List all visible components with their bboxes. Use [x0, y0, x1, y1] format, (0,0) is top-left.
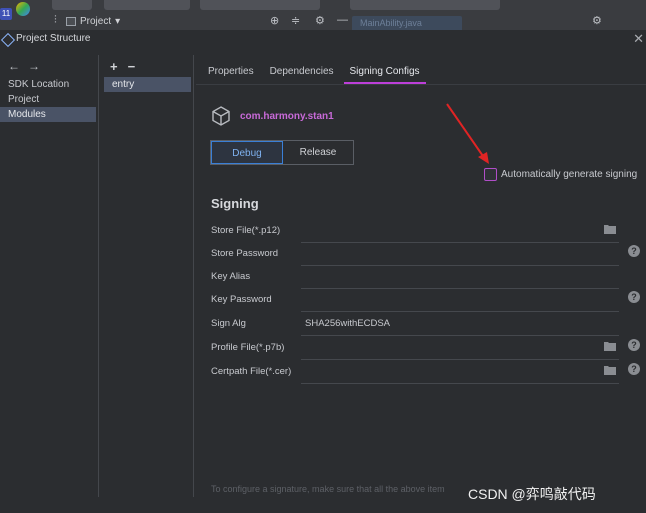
project-view-dropdown[interactable]: Project ▾: [66, 13, 120, 29]
blurred-tab[interactable]: [52, 0, 92, 10]
profile-file-label: Profile File(*.p7b): [211, 342, 285, 353]
ide-toolbar: 11 ⫶ Project ▾ ⊕ ≑ ⚙ — MainAbility.java …: [0, 0, 646, 30]
signing-heading: Signing: [211, 196, 259, 211]
sign-alg-row: Sign Alg SHA256withECDSA: [211, 315, 641, 337]
annotation-arrow: [446, 103, 489, 164]
help-icon[interactable]: ?: [628, 291, 640, 303]
key-alias-underline: [301, 288, 619, 289]
certpath-file-row: Certpath File(*.cer) ?: [211, 363, 641, 385]
tab-properties[interactable]: Properties: [202, 66, 260, 84]
build-type-switch: Debug Release: [210, 140, 354, 165]
module-settings-panel: Properties Dependencies Signing Configs …: [196, 55, 646, 497]
help-icon[interactable]: ?: [628, 339, 640, 351]
settings-icon[interactable]: ⚙: [592, 14, 602, 27]
key-password-label: Key Password: [211, 294, 272, 305]
category-sidebar: ← → SDK Location Project Modules: [0, 55, 99, 497]
auto-sign-checkbox[interactable]: [484, 168, 497, 181]
nav-buttons: ← →: [0, 55, 98, 77]
sidebar-item-modules[interactable]: Modules: [0, 107, 96, 122]
help-icon[interactable]: ?: [628, 245, 640, 257]
store-password-label: Store Password: [211, 248, 279, 259]
blurred-toolbar-icons[interactable]: [350, 0, 500, 10]
sign-alg-input[interactable]: SHA256withECDSA: [305, 318, 390, 329]
forward-arrow-icon[interactable]: →: [28, 59, 40, 73]
project-structure-icon: [2, 34, 12, 44]
hierarchy-icon[interactable]: ⫶: [54, 14, 57, 27]
project-view-label: Project: [80, 15, 112, 27]
auto-sign-row: Automatically generate signing: [484, 168, 637, 181]
sidebar-item-sdk-location[interactable]: SDK Location: [0, 77, 98, 92]
minimize-icon[interactable]: —: [337, 14, 348, 26]
add-module-button[interactable]: +: [110, 59, 118, 74]
remove-module-button[interactable]: −: [128, 59, 136, 74]
blurred-tab[interactable]: [104, 0, 190, 10]
certpath-file-underline: [301, 383, 619, 384]
store-file-row: Store File(*.p12): [211, 222, 641, 244]
crosshair-icon[interactable]: ⊕: [270, 14, 279, 27]
key-alias-label: Key Alias: [211, 271, 251, 282]
folder-icon[interactable]: [604, 224, 616, 234]
dialog-title: Project Structure: [16, 33, 91, 44]
module-header: com.harmony.stan1: [210, 105, 334, 127]
auto-sign-label[interactable]: Automatically generate signing: [501, 169, 637, 180]
tab-dependencies[interactable]: Dependencies: [264, 66, 340, 84]
module-name: com.harmony.stan1: [240, 110, 334, 122]
tab-signing-configs[interactable]: Signing Configs: [343, 66, 426, 84]
watermark: CSDN @弈鸣敲代码: [468, 486, 596, 502]
folder-icon[interactable]: [604, 341, 616, 351]
key-password-underline: [301, 311, 619, 312]
sidebar-item-project[interactable]: Project: [0, 92, 98, 107]
blurred-tab[interactable]: [200, 0, 320, 10]
collapse-icon[interactable]: ≑: [291, 14, 300, 27]
folder-icon[interactable]: [604, 365, 616, 375]
store-password-row: Store Password ?: [211, 245, 641, 267]
gear-icon[interactable]: ⚙: [315, 14, 325, 27]
store-file-label: Store File(*.p12): [211, 225, 281, 236]
cube-icon: [212, 106, 230, 126]
sign-alg-label: Sign Alg: [211, 318, 246, 329]
settings-tabs: Properties Dependencies Signing Configs: [196, 55, 646, 85]
sign-alg-underline: [301, 335, 619, 336]
project-icon: [66, 16, 76, 26]
key-password-row: Key Password ?: [211, 291, 641, 313]
signature-hint: To configure a signature, make sure that…: [211, 484, 445, 494]
profile-file-row: Profile File(*.p7b) ?: [211, 339, 641, 361]
dialog-titlebar: Project Structure ✕: [0, 30, 646, 47]
help-icon[interactable]: ?: [628, 363, 640, 375]
key-alias-row: Key Alias: [211, 268, 641, 290]
store-file-underline: [301, 242, 619, 243]
profile-file-underline: [301, 359, 619, 360]
debug-button[interactable]: Debug: [211, 141, 283, 164]
editor-tab[interactable]: MainAbility.java: [352, 16, 462, 30]
module-item-entry[interactable]: entry: [104, 77, 191, 92]
store-password-underline: [301, 265, 619, 266]
chevron-down-icon: ▾: [115, 15, 121, 27]
app-logo-icon: [16, 2, 30, 16]
certpath-file-label: Certpath File(*.cer): [211, 366, 292, 377]
back-arrow-icon[interactable]: ←: [8, 59, 20, 73]
notification-badge: 11: [0, 8, 12, 20]
release-button[interactable]: Release: [283, 141, 353, 164]
module-list-toolbar: + −: [100, 55, 193, 77]
module-list: + − entry: [100, 55, 194, 497]
close-icon[interactable]: ✕: [633, 31, 644, 47]
